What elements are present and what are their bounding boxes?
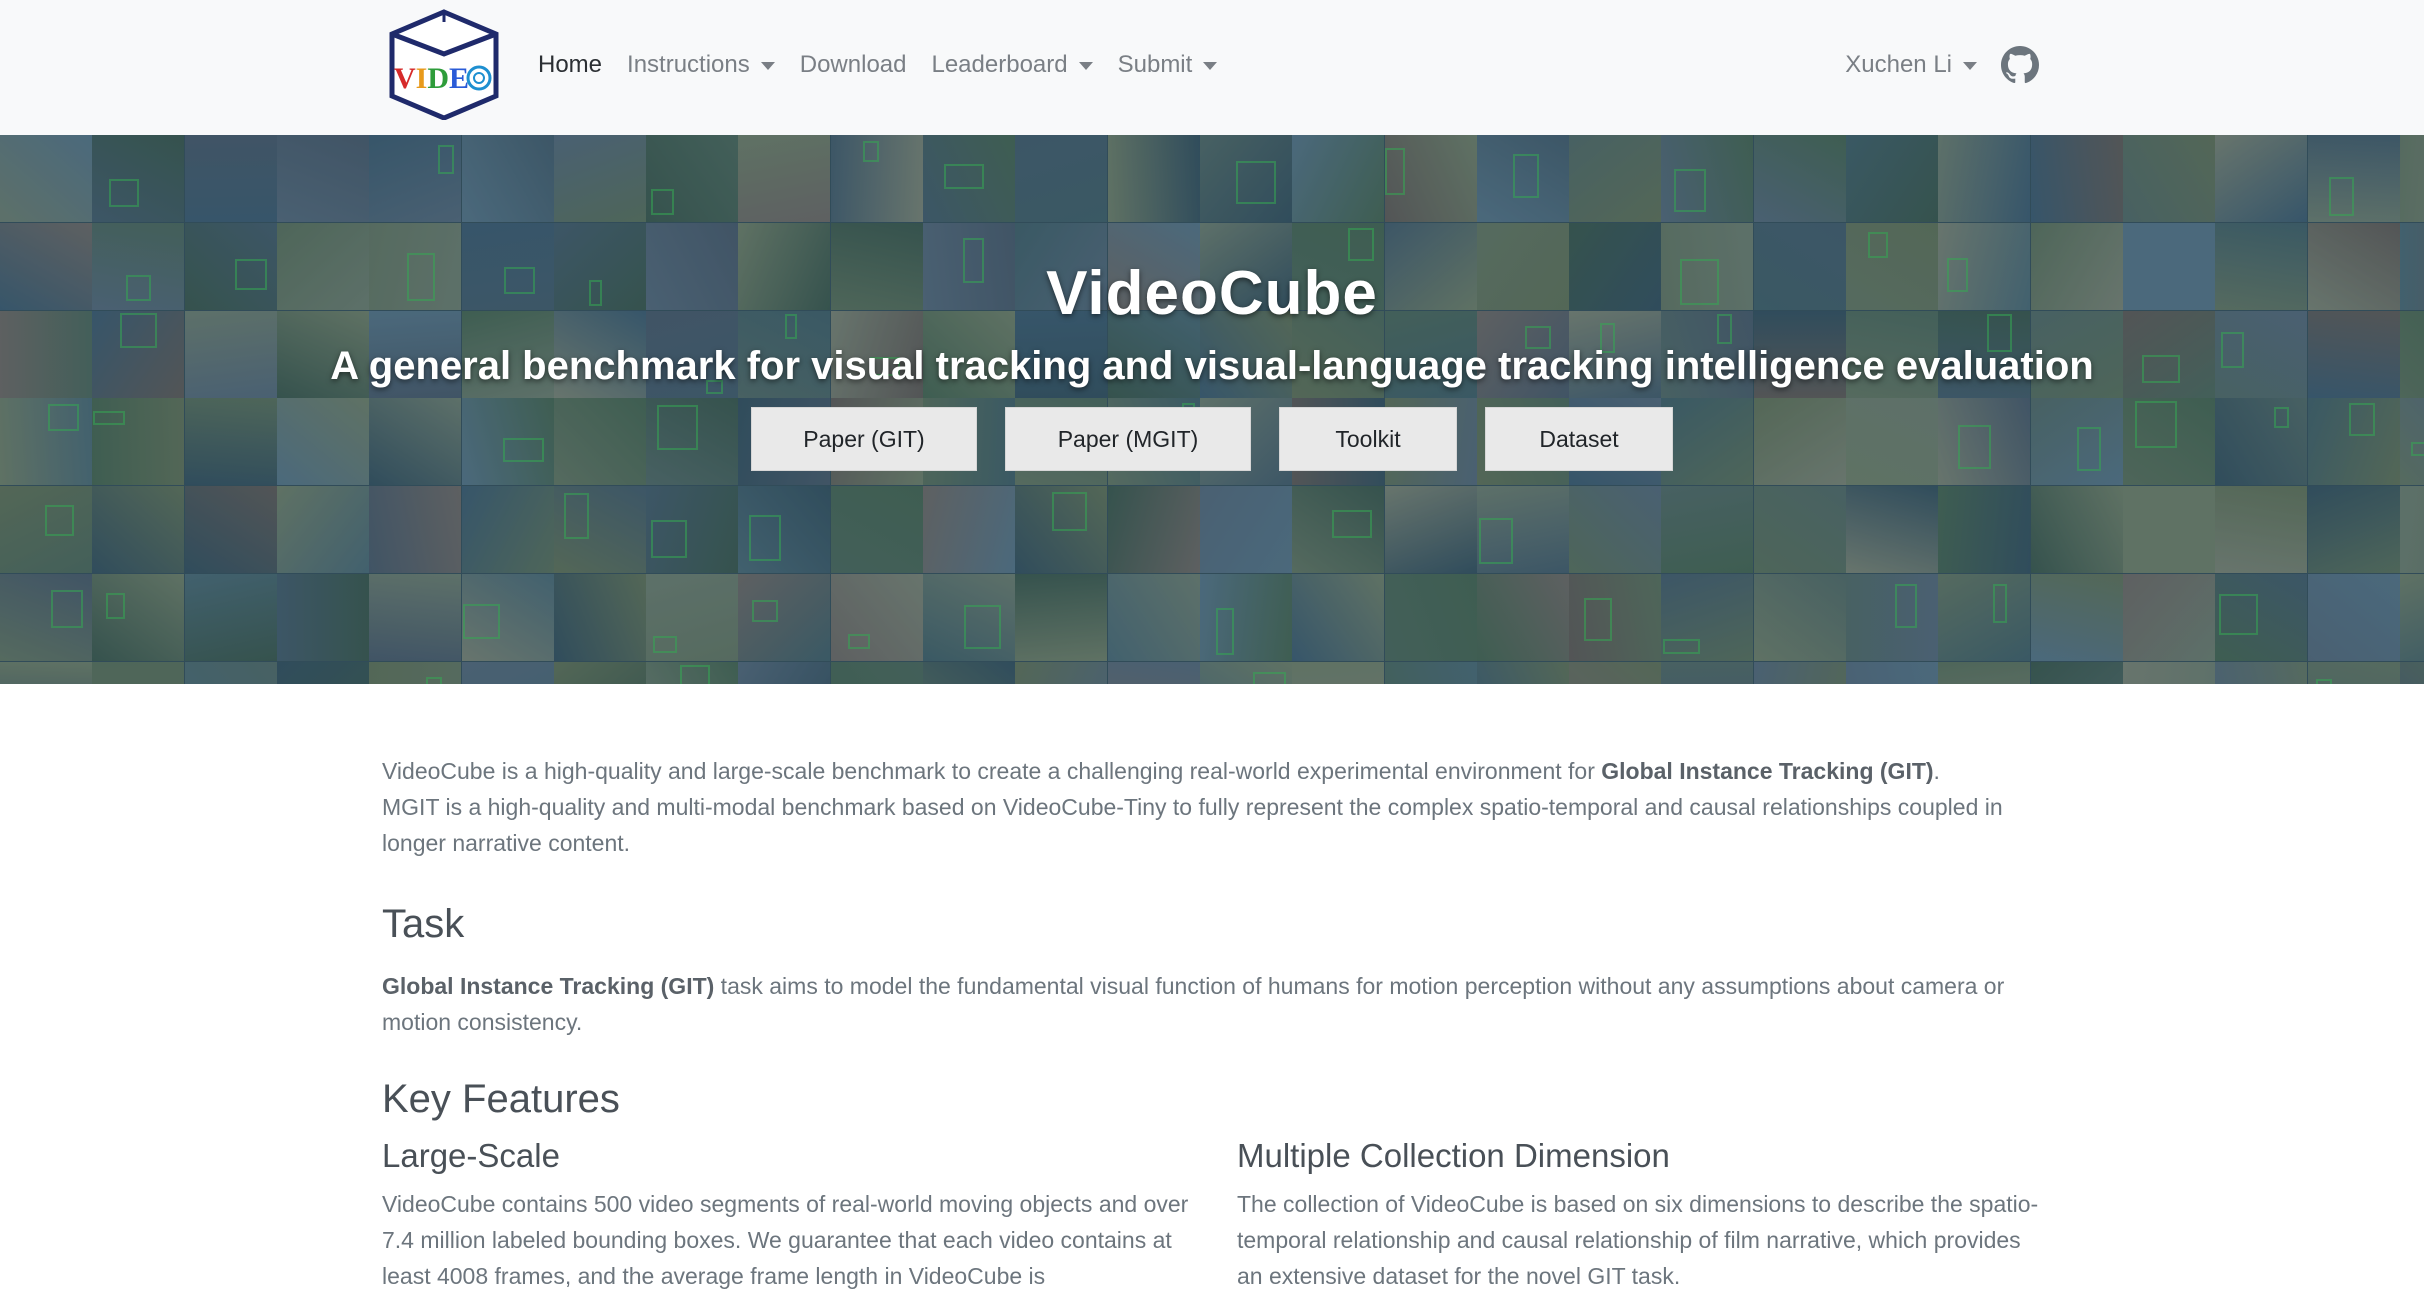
nav-leaderboard-label: Leaderboard — [931, 50, 1068, 78]
feature-multiple-collection-dimension: Multiple Collection Dimension The collec… — [1237, 1137, 2052, 1294]
hero-banner: VideoCube A general benchmark for visual… — [0, 135, 2424, 684]
svg-text:VIDE: VIDE — [394, 62, 469, 95]
caret-down-icon — [760, 61, 775, 70]
task-heading: Task — [382, 902, 465, 946]
intro-period: . — [1933, 758, 1940, 784]
key-features-heading: Key Features — [382, 1077, 620, 1121]
nav-home[interactable]: Home — [538, 51, 602, 79]
feature-text: VideoCube contains 500 video segments of… — [382, 1191, 1189, 1289]
hero-buttons: Paper (GIT) Paper (MGIT) Toolkit Dataset — [0, 407, 2424, 471]
intro-section: VideoCube is a high-quality and large-sc… — [382, 753, 2042, 861]
nav-submit-label: Submit — [1117, 50, 1193, 78]
nav-submit[interactable]: Submit — [1118, 51, 1218, 79]
feature-title: Multiple Collection Dimension — [1237, 1137, 1670, 1174]
hero-title: VideoCube — [1046, 259, 1378, 328]
feature-text: The collection of VideoCube is based on … — [1237, 1191, 2039, 1289]
github-icon[interactable] — [2001, 45, 2039, 84]
nav-instructions-label: Instructions — [627, 50, 750, 78]
videocube-logo[interactable]: VIDE — [384, 8, 504, 120]
user-dropdown[interactable]: Xuchen Li — [1845, 51, 1977, 79]
hero-subtitle: A general benchmark for visual tracking … — [330, 344, 2094, 388]
caret-down-icon — [1963, 61, 1977, 70]
user-name: Xuchen Li — [1845, 50, 1952, 78]
paper-mgit-button[interactable]: Paper (MGIT) — [1005, 407, 1251, 471]
nav-menu: Home Instructions Download Leaderboard S… — [538, 0, 1242, 129]
nav-download[interactable]: Download — [800, 51, 907, 79]
feature-large-scale: Large-Scale VideoCube contains 500 video… — [382, 1137, 1197, 1294]
intro-paragraph-2: MGIT is a high-quality and multi-modal b… — [382, 794, 2003, 856]
task-description: Global Instance Tracking (GIT) task aims… — [382, 968, 2042, 1040]
nav-instructions[interactable]: Instructions — [627, 51, 775, 79]
task-bold-git: Global Instance Tracking (GIT) — [382, 973, 715, 999]
caret-down-icon — [1078, 61, 1093, 70]
nav-home-label: Home — [538, 50, 603, 78]
intro-paragraph-1: VideoCube is a high-quality and large-sc… — [382, 753, 2042, 789]
nav-download-label: Download — [799, 50, 907, 78]
nav-right: Xuchen Li — [1845, 0, 2039, 129]
dataset-button[interactable]: Dataset — [1485, 407, 1673, 471]
feature-title: Large-Scale — [382, 1137, 560, 1174]
caret-down-icon — [1203, 61, 1218, 70]
toolkit-button[interactable]: Toolkit — [1279, 407, 1457, 471]
intro-bold-git: Global Instance Tracking (GIT) — [1601, 758, 1934, 784]
navbar: VIDE Home Instructions Download Leaderbo… — [0, 0, 2424, 135]
paper-git-button[interactable]: Paper (GIT) — [751, 407, 977, 471]
nav-leaderboard[interactable]: Leaderboard — [931, 50, 1093, 79]
intro-text: VideoCube is a high-quality and large-sc… — [382, 758, 1602, 784]
